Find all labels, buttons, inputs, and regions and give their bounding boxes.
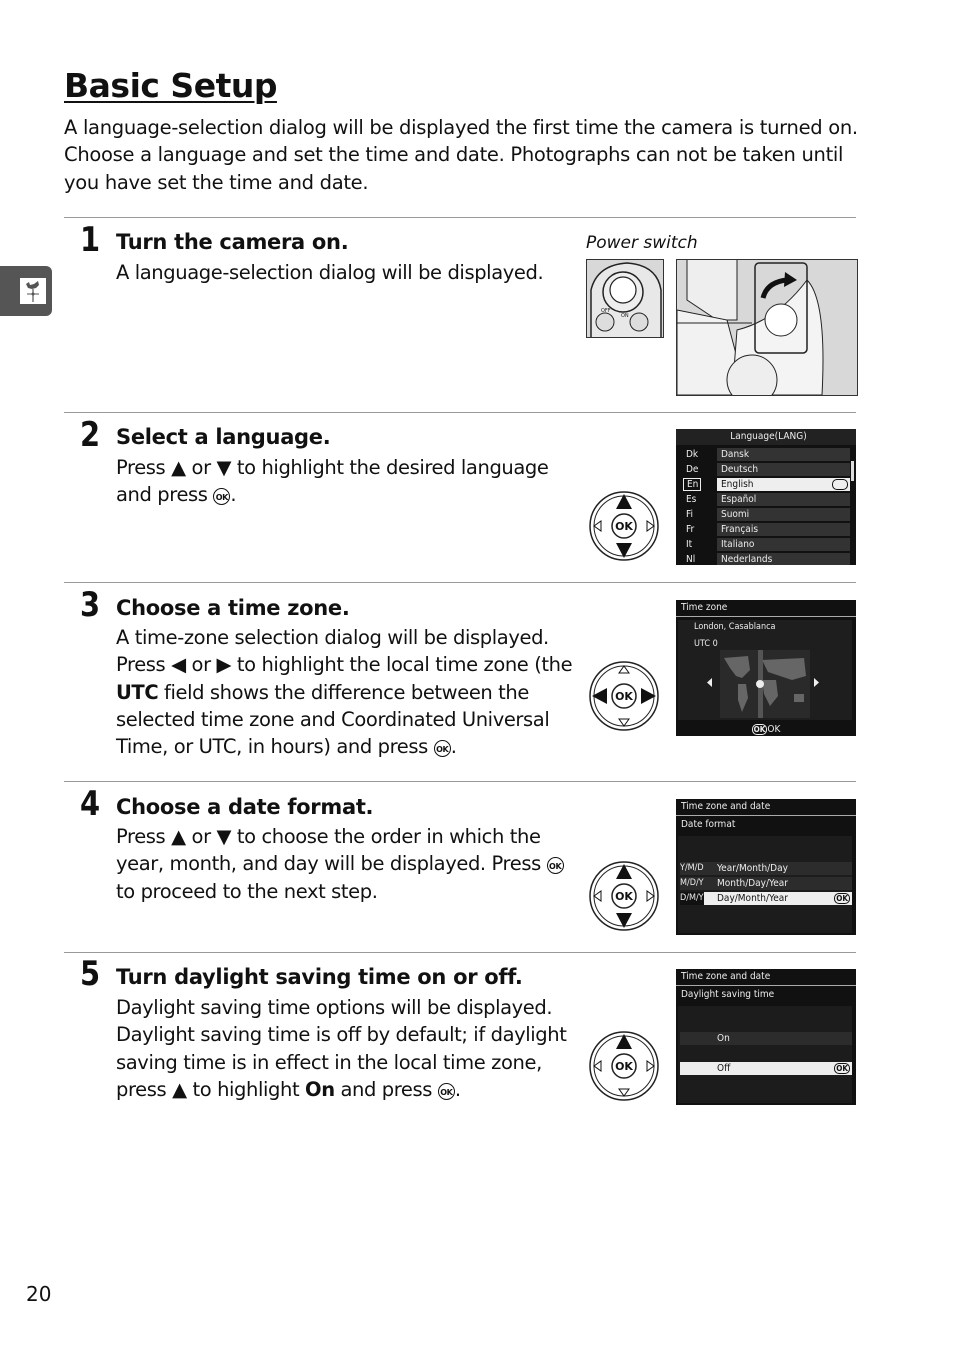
ok-badge: OK	[834, 893, 850, 904]
step-body: Daylight saving time options will be dis…	[116, 996, 567, 1101]
language-item[interactable]: De Deutsch	[680, 463, 850, 476]
dst-option-off-selected[interactable]: Off OK	[680, 1062, 852, 1075]
step-title: Choose a time zone.	[116, 596, 350, 620]
date-format-item[interactable]: Y/M/D Year/Month/Day	[680, 862, 852, 875]
multi-selector-up-down: OK	[588, 860, 660, 932]
weathercock-icon	[20, 278, 46, 304]
divider	[64, 412, 856, 413]
scrollbar	[851, 461, 854, 481]
language-item[interactable]: Fi Suomi	[680, 508, 850, 521]
dst-option-on[interactable]: On	[680, 1032, 852, 1045]
screen-header: Time zone and date	[676, 969, 856, 986]
divider	[64, 217, 856, 218]
screen-header: Time zone and date	[676, 799, 856, 816]
daylight-saving-screen: Time zone and date Daylight saving time …	[676, 969, 856, 1105]
multi-selector-up: OK	[588, 1030, 660, 1102]
language-item[interactable]: Fr Français	[680, 523, 850, 536]
multi-selector-left-right: OK	[588, 660, 660, 732]
intro-paragraph: A language-selection dialog will be disp…	[64, 116, 858, 194]
screen-header: Time zone	[676, 600, 856, 617]
svg-text:ON: ON	[621, 313, 629, 319]
screen-header: Language(LANG)	[676, 429, 856, 445]
timezone-city: London, Casablanca	[694, 622, 776, 632]
section-tab	[0, 266, 52, 316]
ok-label: OK	[615, 1060, 633, 1073]
step-number: 5	[80, 954, 101, 994]
ok-label: OK	[615, 890, 633, 903]
language-item[interactable]: Nl Nederlands	[680, 553, 850, 565]
left-arrow-icon[interactable]	[707, 678, 712, 690]
language-screen: Language(LANG) Dk Dansk De Deutsch En Engli…	[676, 429, 856, 565]
power-switch-closeup: OFF ON	[586, 259, 664, 338]
right-arrow-icon[interactable]	[814, 678, 819, 690]
ok-button-icon: OK	[437, 1082, 455, 1100]
date-format-item[interactable]: M/D/Y Month/Day/Year	[680, 877, 852, 890]
ok-button-icon: OK	[433, 740, 451, 758]
ok-badge: OK	[834, 1063, 850, 1074]
step-title: Turn the camera on.	[116, 230, 349, 254]
date-format-screen: Time zone and date Date format Y/M/D Year…	[676, 799, 856, 935]
utc-offset: UTC 0	[694, 639, 718, 649]
timezone-screen: Time zone London, Casablanca UTC 0 OK OK	[676, 600, 856, 736]
step-body: A language-selection dialog will be disp…	[116, 261, 544, 284]
divider	[64, 781, 856, 782]
language-item[interactable]: It Italiano	[680, 538, 850, 551]
step-body: Press ▲ or ▼ to highlight the desired la…	[116, 456, 549, 507]
right-arrow-icon: ▶	[216, 653, 232, 677]
step-number: 3	[80, 585, 101, 625]
divider	[64, 582, 856, 583]
ok-button-icon: OK	[546, 857, 564, 875]
camera-top-illustration	[676, 259, 858, 396]
step-number: 4	[80, 784, 101, 824]
step-number: 2	[80, 415, 101, 455]
left-arrow-icon: ◀	[171, 653, 186, 677]
date-format-item-selected[interactable]: D/M/Y Day/Month/Year OK	[680, 892, 852, 905]
screen-subheader: Date format	[681, 819, 736, 830]
up-arrow-icon: ▲	[171, 825, 186, 848]
step-title: Turn daylight saving time on or off.	[116, 965, 523, 989]
language-item[interactable]: Dk Dansk	[680, 448, 850, 461]
step-body: Press ▲ or ▼ to choose the order in whic…	[116, 823, 586, 905]
screen-subheader: Daylight saving time	[681, 989, 775, 1000]
ok-badge: OK	[832, 479, 848, 490]
divider	[64, 952, 856, 953]
step-title: Select a language.	[116, 425, 331, 449]
step-number: 1	[80, 220, 101, 260]
figure-caption: Power switch	[586, 233, 698, 253]
ok-footer[interactable]: OK OK	[676, 724, 856, 735]
ok-label: OK	[615, 520, 633, 533]
down-arrow-icon: ▼	[216, 456, 232, 479]
ok-button-icon: OK	[213, 488, 231, 506]
step-title: Choose a date format.	[116, 795, 374, 819]
page-title: Basic Setup	[64, 66, 277, 105]
ok-badge: OK	[751, 724, 768, 735]
world-map[interactable]	[720, 650, 810, 718]
up-arrow-icon: ▲	[171, 456, 186, 479]
language-item-selected[interactable]: En English OK	[680, 478, 850, 491]
ok-label: OK	[615, 690, 633, 703]
page-number: 20	[26, 1282, 52, 1306]
language-item[interactable]: Es Español	[680, 493, 850, 506]
up-arrow-icon: ▲	[172, 1077, 187, 1101]
step-body: A time-zone selection dialog will be dis…	[116, 626, 573, 759]
multi-selector-up-down: OK	[588, 490, 660, 562]
down-arrow-icon: ▼	[216, 825, 232, 848]
